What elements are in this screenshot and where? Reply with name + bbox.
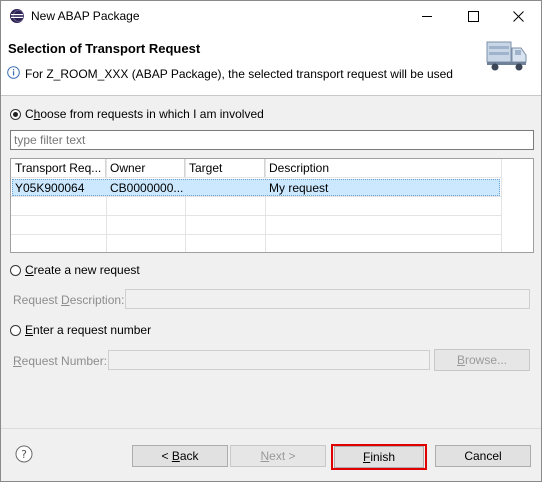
window-title: New ABAP Package	[31, 9, 140, 23]
svg-text:?: ?	[21, 448, 27, 461]
grid-line	[501, 159, 502, 252]
grid-line	[11, 234, 501, 235]
minimize-button[interactable]	[404, 1, 450, 32]
enter-request-number-label[interactable]: Enter a request number	[25, 323, 151, 337]
footer-separator	[1, 428, 541, 429]
column-header-target[interactable]: Target	[185, 159, 265, 177]
request-description-label: Request Description:	[13, 293, 125, 307]
cell-target[interactable]	[185, 179, 265, 197]
grid-line	[106, 159, 107, 252]
dialog-window: New ABAP Package Selection of Transport …	[0, 0, 542, 482]
cancel-button[interactable]: Cancel	[435, 445, 531, 467]
cell-description[interactable]: My request	[265, 179, 501, 197]
header-message: For Z_ROOM_XXX (ABAP Package), the selec…	[25, 67, 453, 81]
eclipse-app-icon	[10, 9, 25, 23]
cell-owner[interactable]: CB0000000...	[106, 179, 185, 197]
involved-requests-label[interactable]: Choose from requests in which I am invol…	[25, 107, 264, 121]
grid-line	[185, 159, 186, 252]
minimize-icon	[422, 16, 432, 17]
create-new-request-label[interactable]: Create a new request	[25, 263, 140, 277]
grid-line	[11, 215, 501, 216]
browse-button[interactable]: Browse...	[434, 349, 530, 371]
column-header-description[interactable]: Description	[265, 159, 502, 177]
transport-truck-icon	[486, 41, 527, 71]
info-icon	[7, 66, 20, 79]
maximize-icon	[467, 11, 479, 22]
maximize-button[interactable]	[450, 1, 496, 32]
involved-requests-radio[interactable]	[10, 109, 21, 120]
page-title: Selection of Transport Request	[8, 41, 201, 56]
back-button[interactable]: < Back	[132, 445, 228, 467]
enter-request-number-radio[interactable]	[10, 325, 21, 336]
next-button[interactable]: Next >	[230, 445, 326, 467]
filter-input[interactable]	[10, 130, 534, 150]
close-button[interactable]	[495, 1, 541, 32]
finish-highlight-box	[331, 444, 427, 470]
grid-line	[265, 159, 266, 252]
request-description-field[interactable]	[125, 289, 530, 309]
column-header-owner[interactable]: Owner	[106, 159, 185, 177]
grid-line	[11, 177, 501, 178]
cell-transport-request[interactable]: Y05K900064	[11, 179, 106, 197]
create-new-request-radio[interactable]	[10, 265, 21, 276]
column-header-transport-request[interactable]: Transport Req...	[11, 159, 106, 177]
help-icon[interactable]: ?	[15, 445, 33, 463]
wizard-header: Selection of Transport Request For Z_ROO…	[1, 32, 541, 96]
request-number-field[interactable]	[108, 350, 430, 370]
transport-request-table[interactable]: Transport Req... Owner Target Descriptio…	[10, 158, 534, 253]
close-icon	[512, 11, 524, 22]
request-number-label: Request Number:	[13, 354, 108, 368]
title-bar: New ABAP Package	[1, 1, 541, 32]
